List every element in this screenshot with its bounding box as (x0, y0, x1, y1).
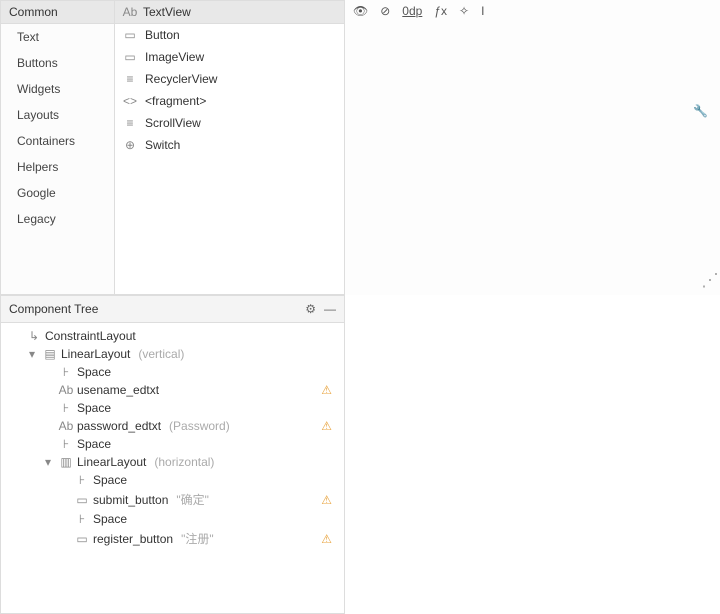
node-icon: ▭ (75, 493, 89, 507)
tree-node[interactable]: ▭ register_button "注册" ⚠ (1, 528, 344, 549)
node-icon: ↳ (27, 329, 41, 343)
node-label: Space (77, 365, 111, 379)
node-icon: ⊦ (59, 437, 73, 451)
warning-icon[interactable]: ⚠ (321, 419, 332, 433)
palette-item[interactable]: ≡ RecyclerView (115, 68, 344, 90)
tree-node[interactable]: ⊦ Space (1, 435, 344, 453)
design-surface-lower (345, 295, 720, 614)
node-aux: (vertical) (138, 347, 184, 361)
widget-icon: <> (123, 94, 137, 108)
node-icon: ▭ (75, 532, 89, 546)
node-label: Space (77, 401, 111, 415)
widget-icon: ⊕ (123, 138, 137, 152)
node-label: Space (93, 473, 127, 487)
clear-constraints-icon[interactable]: ƒx (434, 4, 447, 18)
component-tree-title: Component Tree (9, 302, 98, 316)
align-icon[interactable]: I (481, 4, 484, 18)
design-toolbar: 👁 ⊘ 0dp ƒx ✧ I (353, 4, 484, 18)
tree-node[interactable]: Ab password_edtxt (Password) ⚠ (1, 417, 344, 435)
node-label: LinearLayout (77, 455, 146, 469)
node-label: Space (93, 512, 127, 526)
palette-category[interactable]: Google (1, 180, 114, 206)
tree-node[interactable]: ⊦ Space (1, 363, 344, 381)
node-icon: Ab (59, 383, 73, 397)
resize-handle-icon[interactable]: ⋰ (701, 270, 716, 291)
palette-item-label: ScrollView (145, 116, 201, 130)
palette-item[interactable]: ▭ ImageView (115, 46, 344, 68)
attributes-wrench-icon[interactable]: 🔧 (693, 104, 708, 118)
chevron-down-icon[interactable]: ▾ (29, 347, 39, 361)
warning-icon[interactable]: ⚠ (321, 532, 332, 546)
palette-category[interactable]: Layouts (1, 102, 114, 128)
node-icon: Ab (59, 419, 73, 433)
default-margin-button[interactable]: 0dp (402, 4, 422, 18)
warning-icon[interactable]: ⚠ (321, 493, 332, 507)
palette-category[interactable]: Containers (1, 128, 114, 154)
node-icon: ▤ (43, 347, 57, 361)
component-tree-panel: Component Tree ⚙ — ↳ ConstraintLayout ▾ ▤ Li… (0, 295, 345, 614)
node-label: Space (77, 437, 111, 451)
palette-category[interactable]: Text (1, 24, 114, 50)
tree-node[interactable]: ⊦ Space (1, 510, 344, 528)
palette-category[interactable]: Widgets (1, 76, 114, 102)
palette-item[interactable]: <> <fragment> (115, 90, 344, 112)
palette-category[interactable]: Legacy (1, 206, 114, 232)
node-label: usename_edtxt (77, 383, 159, 397)
node-icon: ⊦ (75, 473, 89, 487)
autoconnect-icon[interactable]: ⊘ (380, 4, 390, 18)
palette-item-label: Button (145, 28, 180, 42)
tree-node[interactable]: ▾ ▥ LinearLayout (horizontal) (1, 453, 344, 471)
node-aux: (Password) (169, 419, 230, 433)
infer-constraints-icon[interactable]: ✧ (459, 4, 469, 18)
palette-item-label: <fragment> (145, 94, 206, 108)
warning-icon[interactable]: ⚠ (321, 383, 332, 397)
palette-category[interactable]: Buttons (1, 50, 114, 76)
tree-node[interactable]: ⊦ Space (1, 471, 344, 489)
node-icon: ▥ (59, 455, 73, 469)
palette-item-label: RecyclerView (145, 72, 217, 86)
widget-icon: ≡ (123, 116, 137, 130)
node-icon: ⊦ (59, 365, 73, 379)
palette-item[interactable]: ≡ ScrollView (115, 112, 344, 134)
tree-node[interactable]: ▾ ▤ LinearLayout (vertical) (1, 345, 344, 363)
tree-node[interactable]: Ab usename_edtxt ⚠ (1, 381, 344, 399)
node-label: password_edtxt (77, 419, 161, 433)
gear-icon[interactable]: ⚙ (305, 302, 316, 316)
palette-category-list: Common TextButtonsWidgetsLayoutsContaine… (0, 0, 115, 295)
widget-icon: ≡ (123, 72, 137, 86)
node-aux: (horizontal) (154, 455, 214, 469)
minimize-icon[interactable]: — (324, 302, 336, 316)
palette-item-label: TextView (143, 5, 191, 19)
palette-category[interactable]: Helpers (1, 154, 114, 180)
palette-item-label: ImageView (145, 50, 204, 64)
widget-icon: ▭ (123, 50, 137, 64)
tree-node[interactable]: ⊦ Space (1, 399, 344, 417)
node-label: submit_button (93, 493, 168, 507)
node-label: ConstraintLayout (45, 329, 136, 343)
node-label: LinearLayout (61, 347, 130, 361)
chevron-down-icon[interactable]: ▾ (45, 455, 55, 469)
node-aux: "确定" (176, 491, 209, 508)
palette-selected-item[interactable]: Ab TextView (115, 1, 344, 24)
widget-icon: ▭ (123, 28, 137, 42)
tree-node[interactable]: ▭ submit_button "确定" ⚠ (1, 489, 344, 510)
palette-item-list: Ab TextView ▭ Button ▭ ImageView ≡ RecyclerVi… (115, 0, 345, 295)
node-icon: ⊦ (59, 401, 73, 415)
palette-item[interactable]: ⊕ Switch (115, 134, 344, 156)
node-icon: ⊦ (75, 512, 89, 526)
node-aux: "注册" (181, 530, 214, 547)
node-label: register_button (93, 532, 173, 546)
palette-header: Common (1, 1, 114, 24)
view-mode-icon[interactable]: 👁 (353, 4, 368, 18)
palette-item-label: Switch (145, 138, 180, 152)
textview-icon: Ab (123, 5, 137, 19)
palette-item[interactable]: ▭ Button (115, 24, 344, 46)
design-surface: 👁 ⊘ 0dp ƒx ✧ I 🔧 ☰ 请输入用户名 🔒 请输入密码 确定 注册 … (345, 0, 720, 295)
tree-node[interactable]: ↳ ConstraintLayout (1, 327, 344, 345)
